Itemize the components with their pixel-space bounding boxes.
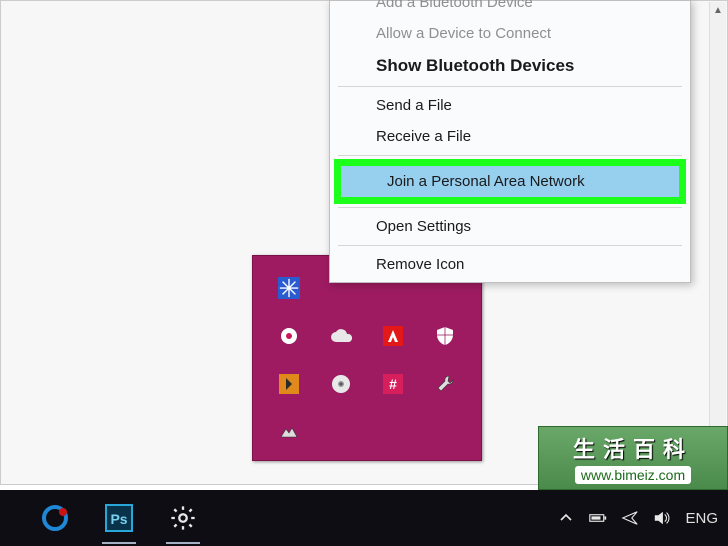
watermark-badge: 生活百科 www.bimeiz.com <box>538 426 728 490</box>
svg-text:#: # <box>389 376 397 392</box>
cloud-icon[interactable] <box>329 324 353 348</box>
menu-separator <box>338 155 682 156</box>
disk-icon[interactable] <box>277 324 301 348</box>
menu-separator <box>338 245 682 246</box>
system-tray-overflow[interactable]: # <box>252 255 482 461</box>
plex-icon[interactable] <box>277 372 301 396</box>
menu-item-show-bluetooth-devices[interactable]: Show Bluetooth Devices <box>330 49 690 83</box>
menu-item-join-pan[interactable]: Join a Personal Area Network <box>341 166 679 197</box>
tray-grid: # <box>263 264 471 456</box>
menu-item-add-bluetooth-device: Add a Bluetooth Device <box>330 0 690 18</box>
highlight-box: Join a Personal Area Network <box>334 159 686 204</box>
cortana-button[interactable] <box>34 498 76 538</box>
taskbar-right-group: ENG <box>557 509 718 527</box>
airplane-mode-icon[interactable] <box>621 509 639 527</box>
snowflake-icon[interactable] <box>277 276 301 300</box>
misc-tray-icon[interactable] <box>277 420 301 444</box>
watermark-url: www.bimeiz.com <box>575 466 691 484</box>
menu-item-receive-file[interactable]: Receive a File <box>330 121 690 152</box>
defender-shield-icon[interactable] <box>433 324 457 348</box>
taskbar-left-group: Ps <box>10 498 204 538</box>
menu-separator <box>338 207 682 208</box>
adobe-icon[interactable] <box>381 324 405 348</box>
disc-icon[interactable] <box>329 372 353 396</box>
tray-expand-icon[interactable] <box>557 509 575 527</box>
svg-text:Ps: Ps <box>110 511 127 527</box>
settings-button[interactable] <box>162 498 204 538</box>
photoshop-button[interactable]: Ps <box>98 498 140 538</box>
battery-icon[interactable] <box>589 509 607 527</box>
ime-indicator[interactable]: ENG <box>685 510 718 527</box>
bluetooth-context-menu: Add a Bluetooth Device Allow a Device to… <box>329 0 691 283</box>
menu-item-send-file[interactable]: Send a File <box>330 90 690 121</box>
menu-item-remove-icon[interactable]: Remove Icon <box>330 249 690 280</box>
scroll-up-icon[interactable]: ▲ <box>713 2 723 19</box>
windows-taskbar[interactable]: Ps ENG <box>0 490 728 546</box>
hash-icon[interactable]: # <box>381 372 405 396</box>
wrench-icon[interactable] <box>433 372 457 396</box>
volume-icon[interactable] <box>653 509 671 527</box>
menu-item-open-settings[interactable]: Open Settings <box>330 211 690 242</box>
watermark-title: 生活百科 <box>573 432 693 464</box>
menu-item-allow-device-connect: Allow a Device to Connect <box>330 18 690 49</box>
menu-separator <box>338 86 682 87</box>
vertical-scrollbar[interactable]: ▲ ▼ <box>709 2 726 485</box>
